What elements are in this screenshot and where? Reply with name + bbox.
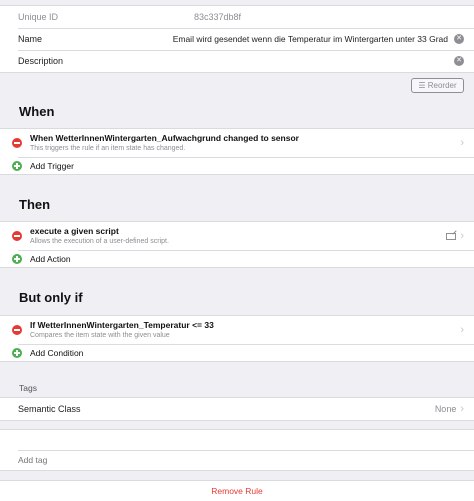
name-row[interactable]: Name ✕ — [0, 28, 474, 50]
condition-title: If WetterInnenWintergarten_Temperatur <=… — [30, 320, 214, 330]
trigger-subtitle: This triggers the rule if an item state … — [30, 145, 186, 152]
trigger-text: When WetterInnenWintergarten_Aufwachgrun… — [30, 133, 456, 153]
add-condition-button[interactable]: Add Condition — [0, 344, 474, 361]
semantic-class-row[interactable]: Semantic Class None › — [0, 398, 474, 420]
when-section-title: When — [19, 104, 55, 119]
tags-section-title: Tags — [19, 383, 37, 393]
remove-trigger-icon[interactable] — [12, 138, 22, 148]
rule-details-card: Unique ID 83c337db8f Name ✕ Description … — [0, 5, 474, 73]
tags-card — [0, 429, 474, 471]
unique-id-label: Unique ID — [18, 12, 59, 22]
tags-list-row — [0, 430, 474, 450]
semantic-class-card: Semantic Class None › — [0, 397, 474, 421]
add-trigger-label: Add Trigger — [30, 160, 74, 171]
unique-id-row: Unique ID 83c337db8f — [0, 6, 474, 28]
name-label: Name — [18, 34, 43, 44]
add-condition-label: Add Condition — [30, 347, 84, 358]
add-icon — [12, 160, 22, 171]
condition-section-title: But only if — [19, 290, 83, 305]
trigger-list: When WetterInnenWintergarten_Aufwachgrun… — [0, 128, 474, 175]
reorder-icon: ☰ — [418, 81, 428, 90]
semantic-class-label: Semantic Class — [18, 404, 81, 414]
description-label: Description — [18, 56, 64, 66]
description-row[interactable]: Description ✕ — [0, 50, 474, 72]
chevron-right-icon: › — [460, 403, 464, 415]
condition-item[interactable]: If WetterInnenWintergarten_Temperatur <=… — [0, 316, 474, 344]
remove-condition-icon[interactable] — [12, 325, 22, 335]
trigger-title: When WetterInnenWintergarten_Aufwachgrun… — [30, 133, 299, 143]
condition-subtitle: Compares the item state with the given v… — [30, 332, 170, 339]
description-field[interactable] — [168, 56, 448, 66]
add-tag-row[interactable] — [0, 450, 474, 470]
clear-description-icon[interactable]: ✕ — [454, 56, 464, 66]
chevron-right-icon: › — [460, 324, 464, 336]
add-action-label: Add Action — [30, 253, 71, 264]
add-tag-input[interactable] — [18, 455, 464, 465]
unique-id-value: 83c337db8f — [194, 12, 242, 22]
condition-text: If WetterInnenWintergarten_Temperatur <=… — [30, 320, 456, 340]
remove-action-icon[interactable] — [12, 231, 22, 241]
remove-rule-button[interactable]: Remove Rule — [0, 480, 474, 501]
action-list: execute a given script Allows the execut… — [0, 221, 474, 268]
chevron-right-icon: › — [460, 137, 464, 149]
reorder-label: Reorder — [427, 81, 457, 90]
action-subtitle: Allows the execution of a user-defined s… — [30, 238, 169, 245]
action-title: execute a given script — [30, 226, 119, 236]
clear-name-icon[interactable]: ✕ — [454, 34, 464, 44]
add-icon — [12, 253, 22, 264]
edit-script-icon[interactable] — [446, 232, 457, 240]
chevron-right-icon: › — [460, 230, 464, 242]
reorder-button[interactable]: ☰ Reorder — [411, 78, 464, 93]
condition-list: If WetterInnenWintergarten_Temperatur <=… — [0, 315, 474, 362]
add-action-button[interactable]: Add Action — [0, 250, 474, 267]
action-text: execute a given script Allows the execut… — [30, 226, 440, 246]
trigger-item[interactable]: When WetterInnenWintergarten_Aufwachgrun… — [0, 129, 474, 157]
name-field[interactable] — [168, 34, 448, 44]
add-icon — [12, 347, 22, 358]
add-trigger-button[interactable]: Add Trigger — [0, 157, 474, 174]
action-item[interactable]: execute a given script Allows the execut… — [0, 222, 474, 250]
semantic-class-value: None — [434, 404, 457, 414]
then-section-title: Then — [19, 197, 51, 212]
